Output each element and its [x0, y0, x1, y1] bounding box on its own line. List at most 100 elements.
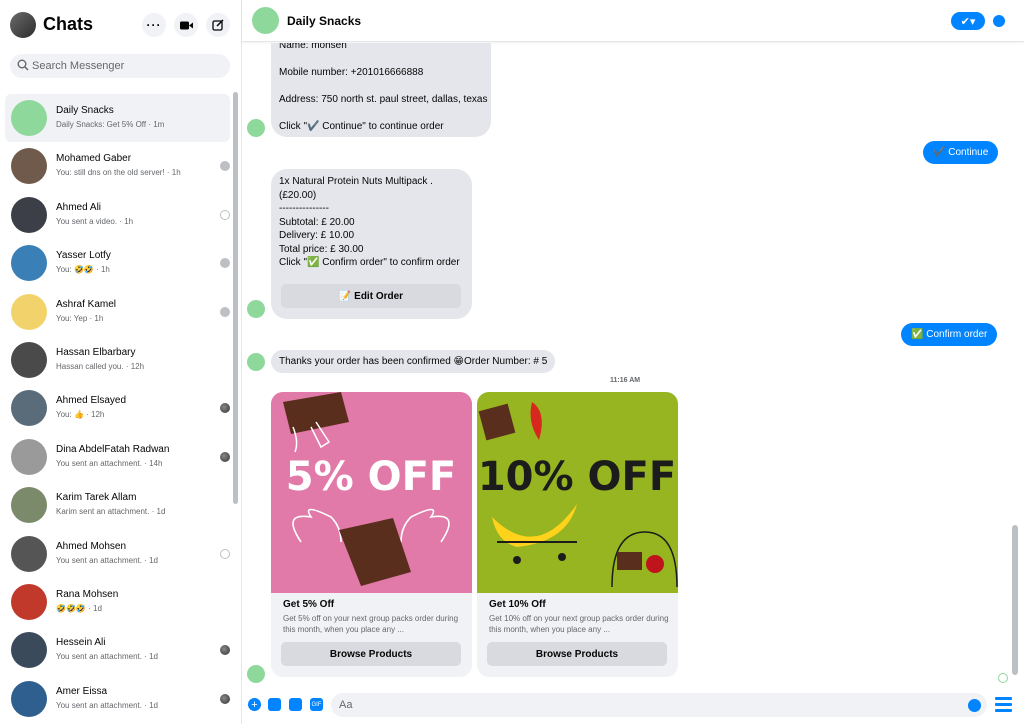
promo-image-10-off: 10% OFF [477, 392, 678, 593]
promo-card-title: Get 10% Off [489, 599, 546, 610]
avatar [11, 341, 47, 378]
conversation-info-button[interactable] [993, 15, 1005, 27]
chat-name: Amer Eissa [56, 685, 108, 697]
promo-card-title: Get 5% Off [283, 599, 335, 610]
conversation-avatar[interactable] [252, 7, 279, 34]
chat-list-item[interactable]: Rana Mohsen 🤣🤣🤣 · 1d [5, 578, 230, 626]
chat-name: Karim Tarek Allam [56, 492, 137, 504]
sidebar-header: Chats ··· [0, 0, 242, 52]
sent-message-continue: ✔️ Continue [923, 141, 999, 164]
message-input-box[interactable] [331, 693, 987, 717]
promo-image-5-off: 5% OFF [271, 392, 472, 593]
sidebar-scrollbar[interactable] [233, 92, 238, 504]
chat-name: Dina AbdelFatah Radwan [56, 443, 170, 455]
chat-list-item[interactable]: Daily Snacks Daily Snacks: Get 5% Off · 1… [5, 94, 230, 143]
chat-name: Yasser Lotfy [56, 250, 111, 262]
read-status-icon [220, 645, 230, 656]
message-line: Delivery: £ 10.00 [279, 230, 355, 241]
chat-name: Hassan Elbarbary [56, 346, 136, 358]
avatar [11, 100, 47, 136]
message-line: Address: 750 north st. paul street, dall… [279, 94, 488, 105]
sticker-icon[interactable] [289, 698, 302, 711]
browse-products-button[interactable]: Browse Products [281, 642, 461, 666]
search-box[interactable] [10, 54, 230, 78]
chat-preview: Karim sent an attachment. · 1d [56, 507, 166, 517]
message-bubble-order-info: Name: mohsen Mobile number: +20101666688… [271, 43, 491, 137]
message-line: Mobile number: +201016666888 [279, 67, 424, 78]
bot-avatar [247, 300, 265, 318]
chat-name: Ahmed Elsayed [56, 395, 127, 407]
avatar [11, 680, 47, 717]
browse-products-button[interactable]: Browse Products [487, 642, 667, 666]
message-line: 1x Natural Protein Nuts Multipack . [279, 176, 433, 187]
search-input[interactable] [32, 54, 222, 78]
read-status-icon [220, 451, 230, 462]
chat-preview: You sent an attachment. · 1d [56, 652, 158, 662]
promo-card-10-off: 10% OFF Get 10% Off Get 10% off on your … [477, 392, 678, 677]
more-options-button[interactable]: ··· [142, 13, 166, 37]
message-line: --------------- [279, 203, 329, 214]
chat-list-item[interactable]: Dina AbdelFatah Radwan You sent an attach… [5, 433, 230, 481]
read-status-icon [220, 209, 230, 220]
conversation-title[interactable]: Daily Snacks [287, 14, 361, 28]
avatar [11, 196, 47, 233]
avatar [11, 535, 47, 572]
avatar [11, 632, 47, 669]
avatar [11, 390, 47, 427]
chat-list-item[interactable]: Hessein Ali You sent an attachment. · 1d [5, 626, 230, 674]
chat-preview: You: Yep · 1h [56, 313, 104, 323]
avatar [11, 487, 47, 524]
chat-list-item[interactable]: Ashraf Kamel You: Yep · 1h [5, 288, 230, 336]
check-icon: ✔▾ [960, 15, 976, 28]
message-list: Name: mohsen Mobile number: +20101666688… [242, 43, 1012, 688]
chat-name: Rana Mohsen [56, 588, 119, 600]
menu-icon[interactable] [995, 697, 1012, 712]
chat-name: Ashraf Kamel [56, 298, 117, 310]
compose-icon [212, 19, 224, 31]
emoji-icon[interactable] [968, 699, 981, 712]
read-status-icon [220, 403, 230, 414]
new-video-call-icon [179, 21, 193, 29]
conversation-scrollbar[interactable] [1012, 525, 1018, 675]
chat-list-item[interactable]: Ahmed Ali You sent a video. · 1h [5, 191, 230, 239]
message-timestamp: 11:16 AM [610, 377, 641, 384]
bot-avatar [247, 353, 265, 371]
seen-indicator [998, 673, 1008, 683]
edit-order-button[interactable]: 📝 Edit Order [281, 284, 461, 308]
chat-list-item[interactable]: Ahmed Mohsen You sent an attachment. · 1d [5, 530, 230, 578]
chat-preview: Hassan called you. · 12h [56, 361, 145, 371]
chat-preview: 🤣🤣🤣 · 1d [56, 603, 102, 613]
message-input[interactable] [339, 693, 939, 717]
chat-list-item[interactable]: Mohamed Gaber You: still dns on the old s… [5, 142, 230, 190]
chat-list-item[interactable]: Ahmed Elsayed You: 👍 · 12h [5, 384, 230, 432]
promo-card-description: Get 5% off on your next group packs orde… [283, 614, 459, 634]
bot-avatar [247, 665, 265, 683]
check-dropdown-button[interactable]: ✔▾ [951, 12, 985, 30]
chat-name: Hessein Ali [56, 637, 106, 649]
gif-icon[interactable]: GIF [310, 698, 323, 711]
my-avatar[interactable] [10, 12, 36, 38]
new-video-call-button[interactable] [174, 13, 198, 37]
avatar [11, 438, 47, 475]
chat-list-item[interactable]: Amer Eissa You sent an attachment. · 1d [5, 675, 230, 723]
message-line: Click "✅ Confirm order" to confirm order [279, 257, 460, 268]
promo-card-description: Get 10% off on your next group packs ord… [489, 614, 669, 634]
message-composer: + GIF [242, 688, 1024, 724]
chat-list-item[interactable]: Karim Tarek Allam Karim sent an attachmen… [5, 481, 230, 529]
compose-button[interactable] [206, 13, 230, 37]
avatar [11, 293, 47, 330]
avatar [11, 148, 47, 185]
chat-list-item[interactable]: Yasser Lotfy You: 🤣🤣 · 1h [5, 239, 230, 287]
chat-list-item[interactable]: Hassan Elbarbary Hassan called you. · 12h [5, 336, 230, 384]
message-line: Subtotal: £ 20.00 [279, 216, 355, 228]
chat-list: Daily Snacks Daily Snacks: Get 5% Off · 1… [5, 94, 230, 723]
chat-preview: You: 🤣🤣 · 1h [56, 265, 110, 275]
image-icon[interactable] [268, 698, 281, 711]
read-status-icon [220, 306, 230, 317]
plus-icon[interactable]: + [248, 698, 261, 711]
chat-name: Daily Snacks [56, 105, 114, 116]
chat-preview: You sent an attachment. · 1d [56, 555, 158, 565]
promo-banner-text: 10% OFF [478, 454, 676, 500]
avatar [11, 245, 47, 282]
chat-preview: You: 👍 · 12h [56, 410, 105, 420]
